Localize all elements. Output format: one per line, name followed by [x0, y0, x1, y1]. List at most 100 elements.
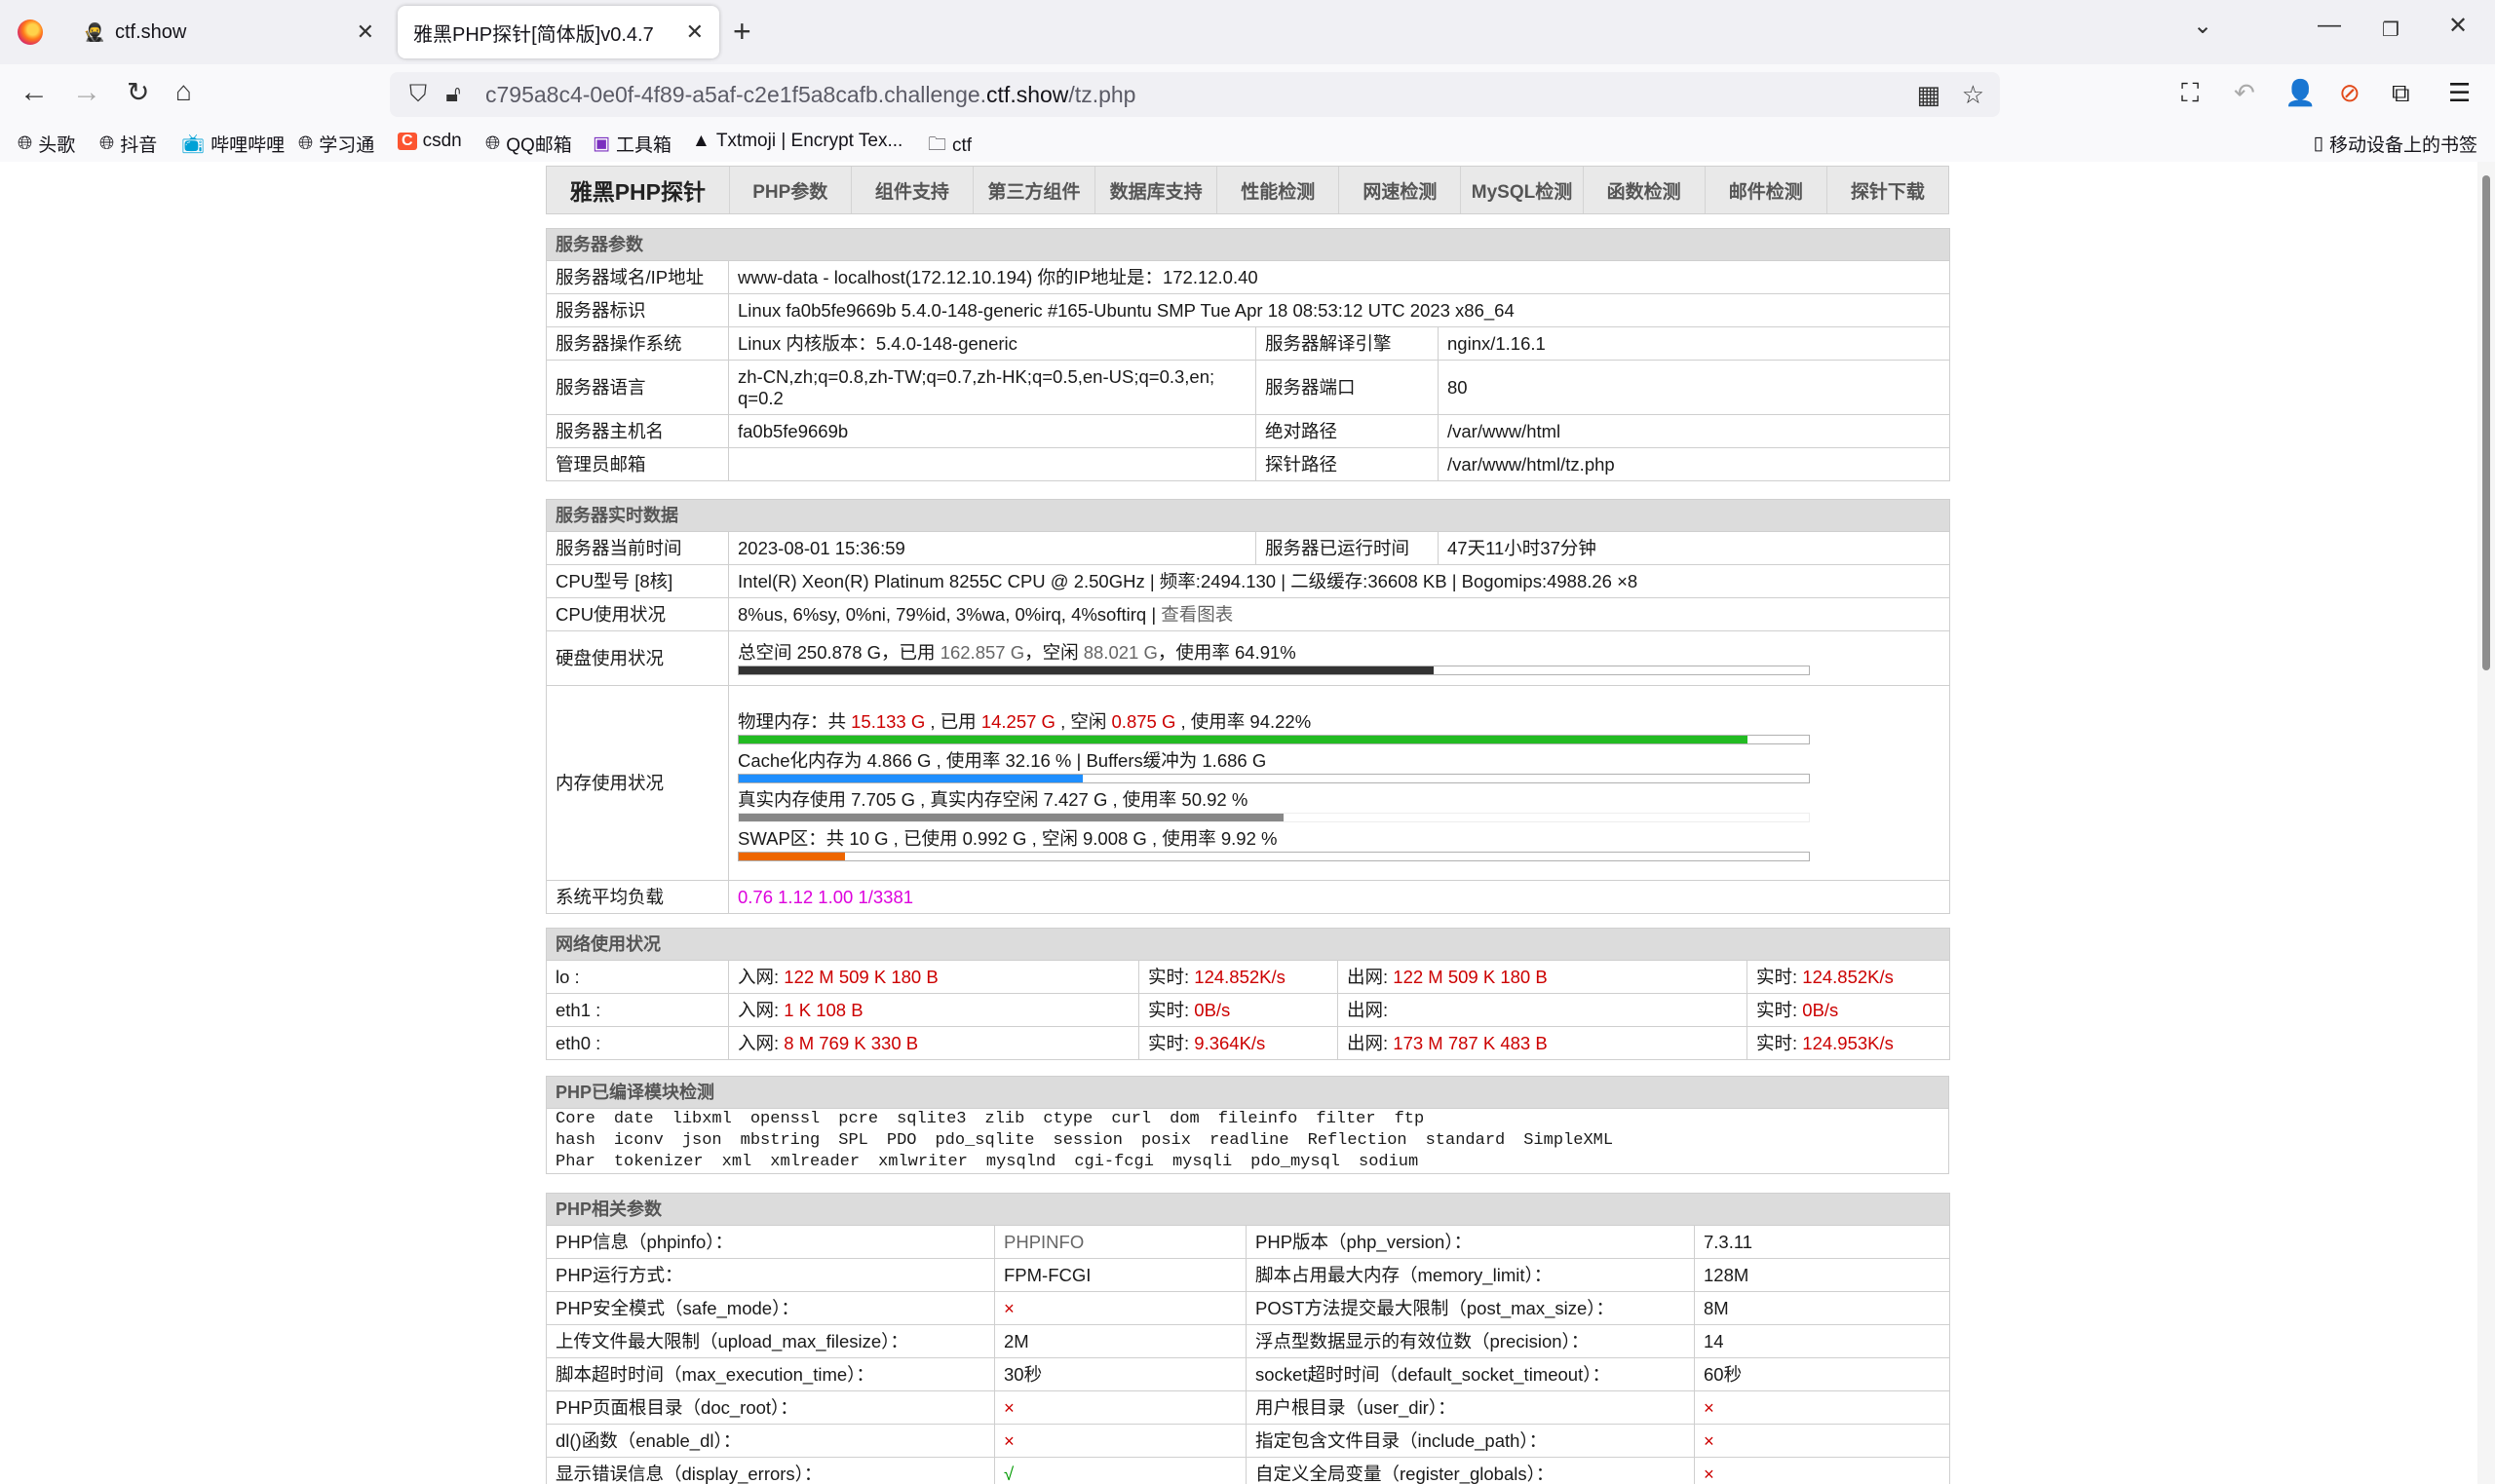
firefox-menu-icon[interactable] [18, 19, 43, 45]
forward-icon[interactable]: → [72, 76, 101, 109]
field-label: 内存使用状况 [546, 685, 729, 881]
window-close-icon[interactable]: ✕ [2448, 12, 2468, 40]
disk-free: 88.021 G [1083, 641, 1158, 663]
field-label: 服务器主机名 [546, 414, 729, 448]
outbound-rate: 实时: 0B/s [1746, 993, 1951, 1027]
bookmark-item[interactable]: 🌐︎ 学习通 [298, 131, 374, 157]
server-params-table: 服务器参数 服务器域名/IP地址 www-data - localhost(17… [546, 228, 1950, 481]
reload-icon[interactable]: ↻ [127, 76, 149, 108]
close-tab-icon[interactable]: ✕ [686, 19, 704, 45]
bookmark-item[interactable]: ▣ 工具箱 [593, 131, 672, 157]
restore-icon[interactable]: ❐ [2382, 18, 2399, 42]
page-scrollbar[interactable] [2477, 162, 2495, 1484]
menu-functions[interactable]: 函数检测 [1582, 167, 1705, 213]
menu-third-party[interactable]: 第三方组件 [972, 167, 1094, 213]
menu-mail[interactable]: 邮件检测 [1704, 167, 1826, 213]
param-value: × [1693, 1457, 1951, 1484]
menu-database[interactable]: 数据库支持 [1094, 167, 1216, 213]
lang-line-2: q=0.2 [738, 387, 784, 408]
module-name: openssl [749, 1110, 821, 1128]
out-label: 出网: [1347, 966, 1394, 987]
bookmark-label: 头歌 [38, 135, 76, 156]
probe-brand[interactable]: 雅黑PHP探针 [547, 167, 729, 213]
rt-label: 实时: [1148, 966, 1195, 987]
blocker-extension-icon[interactable]: ⊘ [2339, 78, 2361, 108]
outbound-rate: 实时: 124.852K/s [1746, 960, 1951, 994]
url-bar[interactable]: ⛉ 🔓︎ c795a8c4-0e0f-4f89-a5af-c2e1f5a8caf… [390, 72, 2000, 117]
param-label: socket超时时间（default_socket_timeout）： [1246, 1357, 1695, 1391]
param-label: POST方法提交最大限制（post_max_size）： [1246, 1291, 1695, 1325]
hamburger-menu-icon[interactable]: ☰ [2448, 78, 2471, 108]
param-value: × [994, 1390, 1247, 1425]
menu-mysql[interactable]: MySQL检测 [1460, 167, 1582, 213]
extensions-puzzle-icon[interactable]: ⧉ [2392, 78, 2410, 109]
section-header: 网络使用状况 [545, 928, 1951, 961]
list-all-tabs-icon[interactable]: ⌄ [2193, 12, 2212, 40]
param-value: 30秒 [994, 1357, 1247, 1391]
rt-value: 124.953K/s [1802, 1032, 1894, 1053]
param-value[interactable]: PHPINFO [994, 1225, 1247, 1259]
module-name: mysqlnd [985, 1153, 1056, 1171]
url-text[interactable]: c795a8c4-0e0f-4f89-a5af-c2e1f5a8cafb.cha… [485, 82, 1135, 108]
out-label: 出网: [1347, 1032, 1394, 1053]
mem-used: 14.257 G [980, 710, 1056, 732]
param-label: PHP安全模式（safe_mode）： [546, 1291, 995, 1325]
bookmark-item[interactable]: 🌐︎ 头歌 [18, 131, 75, 157]
rt-value: 124.852K/s [1194, 966, 1286, 987]
minimize-icon[interactable]: — [2318, 12, 2341, 39]
back-icon[interactable]: ← [19, 76, 49, 109]
disk-usage-bar [738, 665, 1810, 675]
disk-mid: ，空闲 [1024, 641, 1084, 663]
close-tab-icon[interactable]: ✕ [357, 19, 374, 45]
menu-download[interactable]: 探针下载 [1825, 167, 1948, 213]
tab-ctfshow[interactable]: 🥷 ctf.show ✕ [68, 6, 390, 58]
scrollbar-thumb[interactable] [2482, 175, 2490, 670]
mem-text: , 已用 [925, 710, 981, 732]
bookmark-star-icon[interactable]: ☆ [1962, 80, 1984, 109]
field-label: 服务器标识 [546, 293, 729, 327]
home-icon[interactable]: ⌂ [175, 76, 192, 107]
in-value: 8 M 769 K 330 B [784, 1032, 919, 1053]
module-name: iconv [613, 1131, 664, 1150]
module-name: xmlreader [770, 1153, 861, 1171]
bookmark-item[interactable]: 🌐︎ 抖音 [99, 131, 157, 157]
undo-icon[interactable]: ↶ [2234, 78, 2255, 108]
out-value: 173 M 787 K 483 B [1393, 1032, 1548, 1053]
folder-icon: 🗀 [928, 134, 947, 155]
insecure-lock-icon[interactable]: 🔓︎ [439, 81, 468, 108]
param-value: 7.3.11 [1693, 1225, 1951, 1259]
bookmark-item[interactable]: ▲ Txtmoji | Encrypt Tex... [692, 131, 902, 152]
param-value: 14 [1693, 1324, 1951, 1358]
menu-php-params[interactable]: PHP参数 [728, 167, 851, 213]
field-value: Linux 内核版本：5.4.0-148-generic [728, 326, 1256, 361]
param-value: × [1693, 1390, 1951, 1425]
menu-components[interactable]: 组件支持 [850, 167, 973, 213]
globe-icon: 🌐︎ [298, 133, 314, 154]
section-header: 服务器参数 [546, 228, 1950, 261]
new-tab-icon[interactable]: + [733, 14, 751, 50]
shield-icon[interactable]: ⛉ [403, 81, 433, 108]
mobile-bookmarks[interactable]: ▯ 移动设备上的书签 [2314, 131, 2477, 157]
section-header: PHP相关参数 [545, 1193, 1951, 1226]
menu-performance[interactable]: 性能检测 [1216, 167, 1338, 213]
screenshot-crop-icon[interactable]: ⛶ [2181, 78, 2199, 109]
qr-code-icon[interactable]: ▦ [1916, 80, 1940, 109]
view-chart-link[interactable]: 查看图表 [1161, 604, 1233, 625]
out-value: 122 M 509 K 180 B [1393, 966, 1548, 987]
bookmark-item[interactable]: 🌐︎ QQ邮箱 [485, 131, 572, 157]
menu-network-speed[interactable]: 网速检测 [1338, 167, 1460, 213]
network-row: eth1 : 入网: 1 K 108 B 实时: 0B/s 出网: 实时: 0B… [546, 993, 1951, 1027]
module-name: dom [1170, 1110, 1200, 1128]
bookmark-item[interactable]: 📺︎ 哔哩哔哩 [181, 131, 285, 157]
bookmark-item[interactable]: Ccsdn [398, 131, 462, 152]
disk-used: 162.857 G [940, 641, 1025, 663]
cache-memory-bar [738, 773, 1810, 783]
php-param-row: PHP运行方式： FPM-FCGI 脚本占用最大内存（memory_limit）： 1… [546, 1258, 1951, 1292]
tab-probe[interactable]: 雅黑PHP探针[简体版]v0.4.7 ✕ [398, 6, 719, 58]
module-line: Core date libxml openssl pcre sqlite3 zlib ctyp… [556, 1110, 1939, 1131]
bookmark-folder[interactable]: 🗀 ctf [928, 131, 972, 162]
module-name: xml [721, 1153, 752, 1171]
profile-avatar-icon[interactable]: 👤 [2284, 78, 2316, 108]
param-value: 128M [1693, 1258, 1951, 1292]
page-content: 雅黑PHP探针 PHP参数 组件支持 第三方组件 数据库支持 性能检测 网速检测… [0, 162, 2477, 1484]
